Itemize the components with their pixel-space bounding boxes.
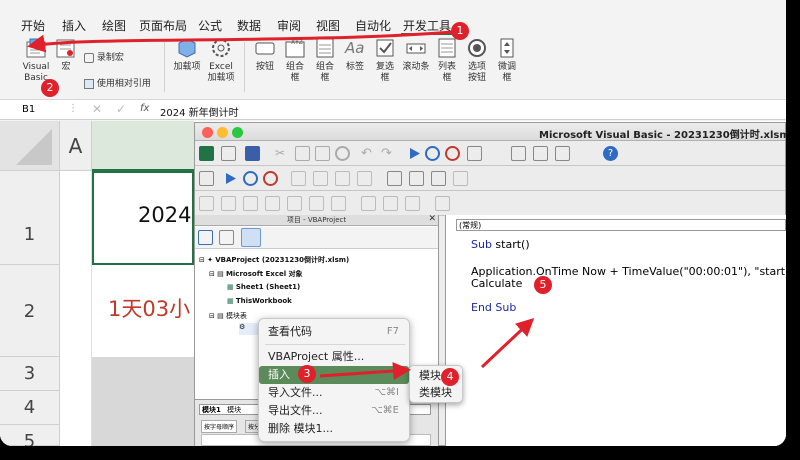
screen: 开始 插入 绘图 页面布局 公式 数据 审阅 视图 自动化 开发工具 Visua… [0,0,800,460]
annotation-badge-1: 1 [451,22,469,40]
annotation-overlay [27,30,535,380]
excel-window: 开始 插入 绘图 页面布局 公式 数据 审阅 视图 自动化 开发工具 Visua… [0,0,786,446]
arrow-3 [319,362,411,380]
annotation-badge-2: 2 [41,79,59,97]
annotation-badge-4: 4 [441,368,459,386]
arrow-5 [480,317,535,369]
annotation-badge-5: 5 [534,276,552,294]
annotation-badge-3: 3 [298,365,316,383]
arrow-1 [27,30,453,53]
